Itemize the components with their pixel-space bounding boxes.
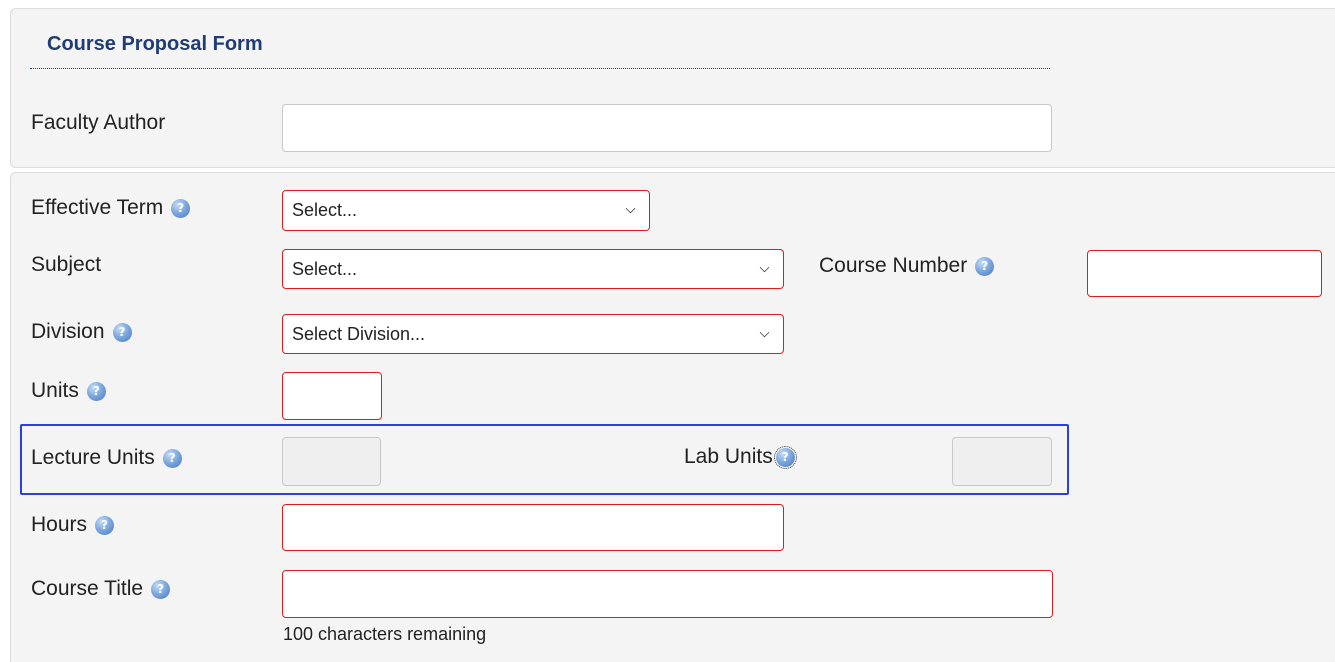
subject-select[interactable]: Select... [282, 249, 784, 289]
lab-units-label: Lab Units [684, 445, 797, 469]
subject-label-text: Subject [31, 253, 102, 276]
lecture-units-label-text: Lecture Units [31, 446, 155, 469]
chevron-down-icon [759, 262, 770, 272]
units-label-text: Units [31, 379, 79, 402]
effective-term-select[interactable]: Select... [282, 190, 650, 231]
help-icon[interactable] [112, 322, 132, 342]
lecture-units-label: Lecture Units [31, 446, 182, 470]
effective-term-selected: Select... [292, 200, 358, 220]
units-label: Units [31, 379, 106, 403]
form-title: Course Proposal Form [47, 33, 263, 55]
help-icon[interactable] [171, 198, 191, 218]
effective-term-label: Effective Term [31, 196, 191, 220]
course-title-label-text: Course Title [31, 577, 144, 600]
help-icon[interactable] [86, 381, 106, 401]
lecture-units-input[interactable] [282, 437, 381, 486]
subject-label: Subject [31, 253, 101, 277]
effective-term-label-text: Effective Term [31, 196, 164, 219]
division-label-text: Division [31, 320, 105, 343]
division-label: Division [31, 320, 132, 344]
course-title-label: Course Title [31, 577, 171, 601]
hours-label: Hours [31, 513, 115, 537]
division-selected: Select Division... [292, 323, 426, 344]
division-select[interactable]: Select Division... [282, 314, 784, 354]
help-icon[interactable] [151, 579, 171, 599]
lab-units-input[interactable] [952, 437, 1052, 486]
units-input[interactable] [282, 372, 382, 420]
course-number-label: Course Number [819, 254, 995, 278]
hours-label-text: Hours [31, 513, 88, 536]
chevron-down-icon [759, 327, 770, 337]
subject-selected: Select... [292, 258, 358, 279]
course-number-input[interactable] [1087, 250, 1322, 297]
hours-input[interactable] [282, 504, 784, 551]
faculty-author-label: Faculty Author [31, 111, 165, 135]
help-icon[interactable] [162, 448, 182, 468]
title-divider [30, 68, 1050, 69]
characters-remaining-hint: 100 characters remaining [283, 624, 487, 644]
help-icon[interactable] [975, 256, 995, 276]
course-title-input[interactable] [282, 570, 1053, 618]
help-icon[interactable] [95, 515, 115, 535]
chevron-down-icon [625, 203, 636, 214]
faculty-author-input[interactable] [282, 104, 1052, 152]
lab-units-label-text: Lab Units [684, 445, 773, 468]
help-icon[interactable] [773, 445, 797, 469]
faculty-author-label-text: Faculty Author [31, 111, 166, 134]
course-number-label-text: Course Number [819, 254, 968, 277]
